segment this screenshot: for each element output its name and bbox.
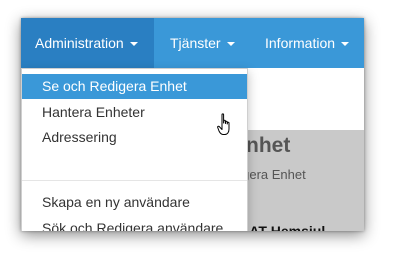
menu-divider <box>22 180 247 181</box>
menu-item-se-och-redigera-enhet[interactable]: Se och Redigera Enhet <box>22 74 247 99</box>
nav-information-label: Information <box>265 35 336 51</box>
top-navbar: Administration Tjänster Information <box>21 18 364 68</box>
nav-information[interactable]: Information <box>265 18 350 68</box>
nav-tjanster[interactable]: Tjänster <box>170 18 235 68</box>
menu-item-sok-och-redigera-anvandare[interactable]: Sök och Redigera användare <box>22 216 247 231</box>
chevron-down-icon <box>129 42 138 47</box>
menu-item-hantera-enheter[interactable]: Hantera Enheter <box>22 100 247 125</box>
nav-tjanster-label: Tjänster <box>170 35 221 51</box>
menu-item-adressering[interactable]: Adressering <box>22 125 247 150</box>
chevron-down-icon <box>226 42 235 47</box>
nav-administration-label: Administration <box>35 35 124 51</box>
app-window: Administration Tjänster Information Enhe… <box>21 18 364 231</box>
chevron-down-icon <box>341 42 350 47</box>
nav-administration[interactable]: Administration <box>21 18 154 68</box>
hand-pointer-icon <box>217 113 230 135</box>
administration-dropdown-menu: Se och Redigera Enhet Hantera Enheter Ad… <box>21 68 248 231</box>
menu-item-skapa-ny-anvandare[interactable]: Skapa en ny användare <box>22 190 247 215</box>
